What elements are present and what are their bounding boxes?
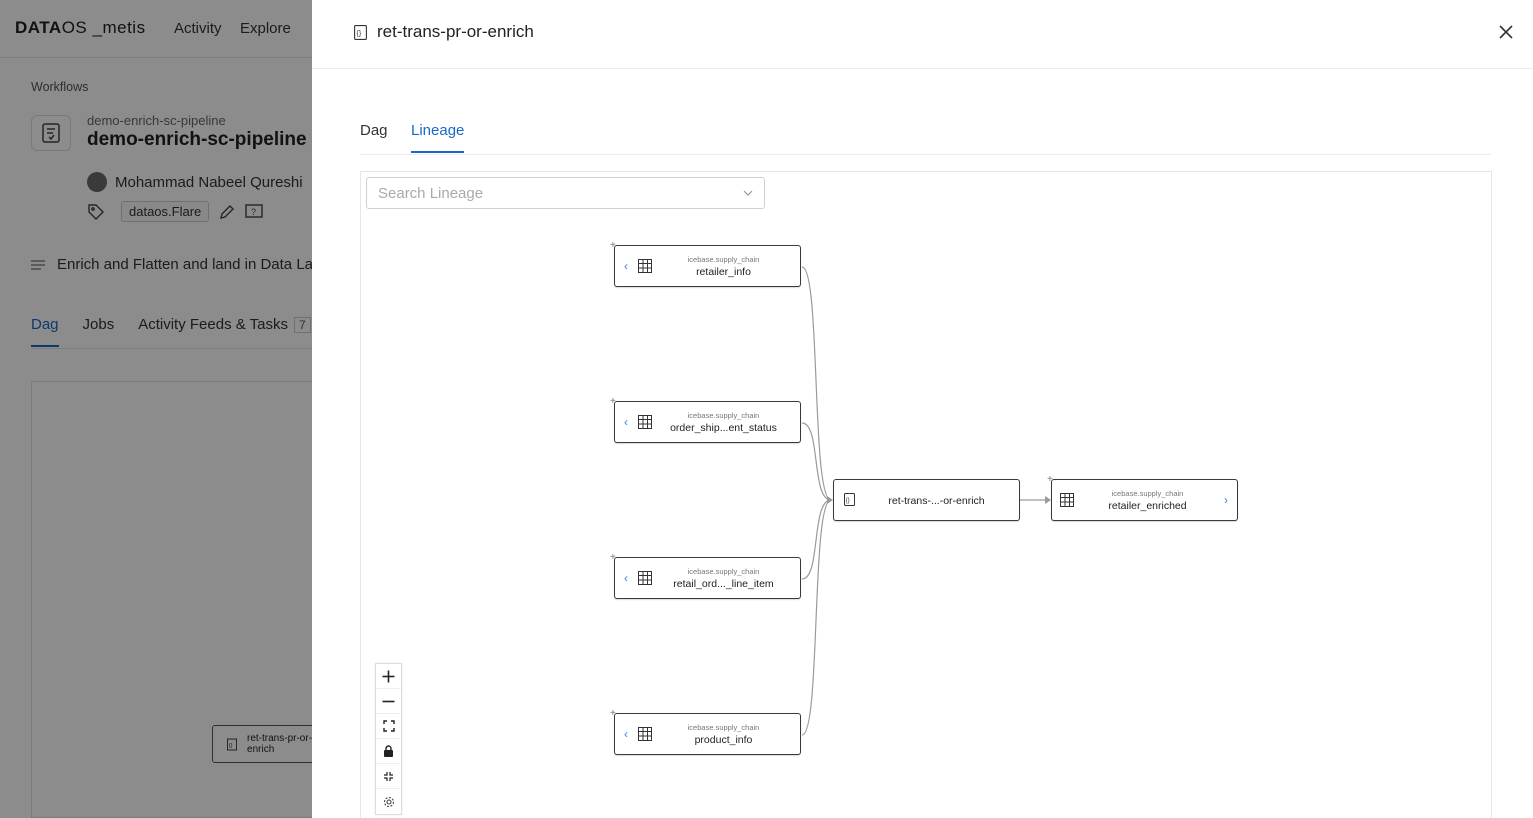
node-name: ret-trans-...-or-enrich	[888, 495, 985, 507]
drawer-header: {} ret-trans-pr-or-enrich	[312, 0, 1533, 69]
node-namespace: icebase.supply_chain	[687, 411, 760, 420]
gear-icon	[383, 796, 394, 807]
edge-retailer-info	[801, 266, 832, 501]
table-icon	[638, 259, 652, 273]
chevron-left-icon[interactable]: ‹	[621, 571, 631, 585]
zoom-in-button[interactable]	[376, 664, 401, 689]
node-namespace: icebase.supply_chain	[687, 255, 760, 264]
lock-icon	[384, 745, 393, 757]
plus-icon[interactable]: +	[1047, 474, 1053, 485]
edge-retail-order-line	[801, 499, 832, 580]
lineage-canvas[interactable]: + ‹ icebase.supply_chain retailer_info +…	[360, 171, 1492, 818]
lineage-node-retailer-enriched[interactable]: + icebase.supply_chain retailer_enriched…	[1047, 474, 1238, 521]
drawer-title-text: ret-trans-pr-or-enrich	[377, 22, 534, 41]
node-name: order_ship...ent_status	[670, 422, 777, 434]
pipeline-icon: {}	[354, 24, 367, 40]
collapse-icon	[384, 771, 393, 781]
node-name: product_info	[694, 734, 753, 746]
lock-button[interactable]	[376, 739, 401, 764]
chevron-left-icon[interactable]: ‹	[621, 415, 631, 429]
table-icon	[1060, 493, 1074, 507]
plus-icon	[382, 670, 395, 682]
close-icon	[1499, 25, 1513, 39]
pipeline-icon: {}	[844, 493, 855, 506]
node-name: retailer_enriched	[1108, 500, 1187, 512]
search-input[interactable]	[378, 184, 728, 202]
lineage-node-order-shipment-status[interactable]: + ‹ icebase.supply_chain order_ship...en…	[610, 396, 801, 443]
edge-order-shipment	[801, 422, 832, 501]
table-icon	[638, 415, 652, 429]
fit-view-icon	[382, 720, 395, 732]
chevron-left-icon[interactable]: ‹	[621, 259, 631, 273]
tab-lineage[interactable]: Lineage	[411, 122, 465, 153]
plus-icon[interactable]: +	[610, 240, 616, 251]
node-name: retailer_info	[696, 266, 751, 278]
fit-view-button[interactable]	[376, 714, 401, 739]
minus-icon	[382, 700, 395, 702]
node-namespace: icebase.supply_chain	[687, 723, 760, 732]
close-button[interactable]	[1496, 22, 1516, 42]
node-namespace: icebase.supply_chain	[1111, 489, 1184, 498]
drawer-tabs: Dag Lineage	[360, 122, 1491, 155]
chevron-right-icon[interactable]: ›	[1221, 493, 1231, 507]
svg-text:{}: {}	[846, 498, 850, 504]
node-name: retail_ord..._line_item	[673, 578, 774, 590]
collapse-button[interactable]	[376, 764, 401, 789]
node-namespace: icebase.supply_chain	[687, 567, 760, 576]
plus-icon[interactable]: +	[610, 396, 616, 407]
svg-text:{}: {}	[357, 30, 362, 37]
edge-product-info	[801, 499, 832, 736]
lineage-drawer: {} ret-trans-pr-or-enrich Dag Lineage Se…	[312, 0, 1533, 818]
lineage-search[interactable]	[366, 177, 765, 209]
lineage-node-retailer-info[interactable]: + ‹ icebase.supply_chain retailer_info	[610, 240, 801, 287]
lineage-node-retail-order-line-item[interactable]: + ‹ icebase.supply_chain retail_ord..._l…	[610, 552, 801, 599]
table-icon	[638, 571, 652, 585]
tab-dag[interactable]: Dag	[360, 122, 388, 151]
drawer-title: {} ret-trans-pr-or-enrich	[354, 22, 534, 42]
lineage-node-process[interactable]: {} ret-trans-...-or-enrich	[833, 479, 1020, 521]
chevron-down-icon	[743, 190, 753, 196]
canvas-controls	[375, 663, 402, 815]
plus-icon[interactable]: +	[610, 708, 616, 719]
table-icon	[638, 727, 652, 741]
plus-icon[interactable]: +	[610, 552, 616, 563]
settings-button[interactable]	[376, 789, 401, 814]
zoom-out-button[interactable]	[376, 689, 401, 714]
chevron-left-icon[interactable]: ‹	[621, 727, 631, 741]
lineage-node-product-info[interactable]: + ‹ icebase.supply_chain product_info	[610, 708, 801, 755]
